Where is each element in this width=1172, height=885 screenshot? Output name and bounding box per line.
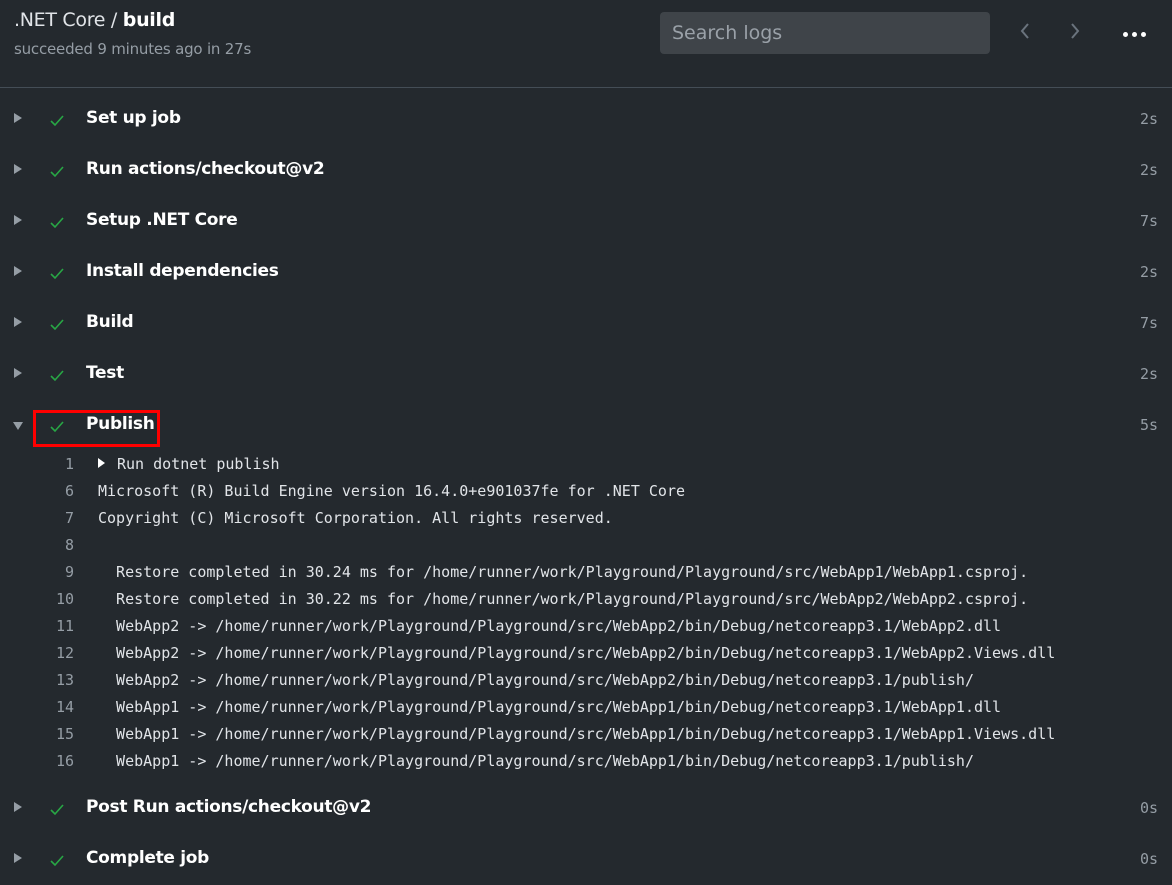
step-name: Run actions/checkout@v2 [86, 159, 325, 179]
kebab-horizontal-icon [1122, 31, 1128, 37]
log-line: 9 Restore completed in 30.24 ms for /hom… [0, 559, 1172, 586]
check-icon [50, 217, 64, 229]
step-duration: 7s [1139, 212, 1158, 230]
line-number[interactable]: 16 [34, 752, 74, 770]
step-name: Build [86, 312, 134, 332]
line-number[interactable]: 14 [34, 698, 74, 716]
step-row-install-dependencies[interactable]: Install dependencies 2s [0, 247, 1172, 298]
step-duration: 5s [1139, 416, 1158, 434]
step-name: Complete job [86, 848, 210, 868]
check-icon [50, 166, 64, 178]
log-text: WebApp1 -> /home/runner/work/Playground/… [98, 752, 974, 770]
next-match-button[interactable] [1061, 14, 1089, 48]
step-row-set-up-job[interactable]: Set up job 2s [0, 94, 1172, 145]
log-text: Restore completed in 30.24 ms for /home/… [98, 563, 1029, 581]
job-header: .NET Core / build succeeded 9 minutes ag… [0, 0, 1172, 88]
step-row-complete-job[interactable]: Complete job 0s [0, 834, 1172, 885]
chevron-right-icon[interactable] [14, 113, 22, 123]
line-number[interactable]: 7 [34, 509, 74, 527]
log-text: Microsoft (R) Build Engine version 16.4.… [98, 482, 685, 500]
line-number[interactable]: 9 [34, 563, 74, 581]
chevron-down-icon[interactable] [13, 422, 23, 430]
log-line: 6 Microsoft (R) Build Engine version 16.4… [0, 478, 1172, 505]
triangle-right-icon[interactable] [98, 458, 105, 468]
log-line: 13 WebApp2 -> /home/runner/work/Playgrou… [0, 667, 1172, 694]
check-icon [50, 370, 64, 382]
check-icon [50, 268, 64, 280]
step-row-publish[interactable]: Publish 5s [0, 400, 1172, 451]
chevron-right-icon[interactable] [14, 266, 22, 276]
step-duration: 0s [1139, 799, 1158, 817]
step-name: Install dependencies [86, 261, 279, 281]
log-text: Restore completed in 30.22 ms for /home/… [98, 590, 1029, 608]
log-text: WebApp2 -> /home/runner/work/Playground/… [98, 644, 1056, 662]
kebab-dot [1140, 31, 1146, 37]
log-line: 7 Copyright (C) Microsoft Corporation. Al… [0, 505, 1172, 532]
check-icon [50, 421, 64, 433]
step-name: Set up job [86, 108, 181, 128]
step-row-test[interactable]: Test 2s [0, 349, 1172, 400]
log-group-row[interactable]: 1 Run dotnet publish [0, 451, 1172, 478]
log-group-title: Run dotnet publish [117, 455, 280, 473]
log-text: WebApp2 -> /home/runner/work/Playground/… [98, 671, 974, 689]
step-name: Setup .NET Core [86, 210, 238, 230]
workflow-name[interactable]: .NET Core [14, 9, 105, 31]
log-text: WebApp1 -> /home/runner/work/Playground/… [98, 725, 1056, 743]
step-row-build[interactable]: Build 7s [0, 298, 1172, 349]
line-number[interactable]: 8 [34, 536, 74, 554]
line-number[interactable]: 10 [34, 590, 74, 608]
line-number[interactable]: 13 [34, 671, 74, 689]
chevron-left-icon [1020, 23, 1029, 39]
log-line: 12 WebApp2 -> /home/runner/work/Playgrou… [0, 640, 1172, 667]
log-line: 15 WebApp1 -> /home/runner/work/Playgrou… [0, 721, 1172, 748]
check-icon [50, 855, 64, 867]
line-number[interactable]: 15 [34, 725, 74, 743]
step-duration: 2s [1139, 263, 1158, 281]
chevron-right-icon[interactable] [14, 802, 22, 812]
step-name: Post Run actions/checkout@v2 [86, 797, 372, 817]
steps-list: Set up job 2s Run actions/checkout@v2 2s… [0, 94, 1172, 885]
step-duration: 2s [1139, 161, 1158, 179]
kebab-dot [1131, 31, 1137, 37]
log-text: WebApp1 -> /home/runner/work/Playground/… [98, 698, 1002, 716]
step-duration: 2s [1139, 365, 1158, 383]
step-name: Publish [86, 414, 155, 434]
log-line: 16 WebApp1 -> /home/runner/work/Playgrou… [0, 748, 1172, 775]
log-text: Copyright (C) Microsoft Corporation. All… [98, 509, 613, 527]
log-line: 8 [0, 532, 1172, 559]
step-duration: 2s [1139, 110, 1158, 128]
step-duration: 7s [1139, 314, 1158, 332]
chevron-right-icon[interactable] [14, 368, 22, 378]
step-name: Test [86, 363, 124, 383]
step-row-setup-net-core[interactable]: Setup .NET Core 7s [0, 196, 1172, 247]
line-number[interactable]: 6 [34, 482, 74, 500]
step-row-run-actions-checkout-v2[interactable]: Run actions/checkout@v2 2s [0, 145, 1172, 196]
title-separator: / [105, 9, 123, 31]
search-logs-input[interactable] [660, 12, 990, 54]
chevron-right-icon[interactable] [14, 853, 22, 863]
chevron-right-icon[interactable] [14, 317, 22, 327]
log-line: 10 Restore completed in 30.22 ms for /ho… [0, 586, 1172, 613]
previous-match-button[interactable] [1011, 14, 1039, 48]
log-line: 11 WebApp2 -> /home/runner/work/Playgrou… [0, 613, 1172, 640]
step-duration: 0s [1139, 850, 1158, 868]
log-line: 14 WebApp1 -> /home/runner/work/Playgrou… [0, 694, 1172, 721]
chevron-right-icon[interactable] [14, 164, 22, 174]
chevron-right-icon[interactable] [14, 215, 22, 225]
more-options-button[interactable] [1118, 22, 1150, 46]
line-number[interactable]: 1 [34, 455, 74, 473]
log-text: WebApp2 -> /home/runner/work/Playground/… [98, 617, 1002, 635]
check-icon [50, 319, 64, 331]
line-number[interactable]: 11 [34, 617, 74, 635]
check-icon [50, 115, 64, 127]
log-text: Run dotnet publish [98, 455, 280, 473]
step-row-post-run-actions-checkout-v2[interactable]: Post Run actions/checkout@v2 0s [0, 783, 1172, 834]
job-status-text: succeeded 9 minutes ago in 27s [14, 40, 252, 58]
job-name: build [122, 9, 176, 31]
page-title: .NET Core / build [14, 9, 175, 31]
line-number[interactable]: 12 [34, 644, 74, 662]
step-log: 1 Run dotnet publish 6 Microsoft (R) Build … [0, 451, 1172, 783]
check-icon [50, 804, 64, 816]
chevron-right-icon [1071, 23, 1080, 39]
